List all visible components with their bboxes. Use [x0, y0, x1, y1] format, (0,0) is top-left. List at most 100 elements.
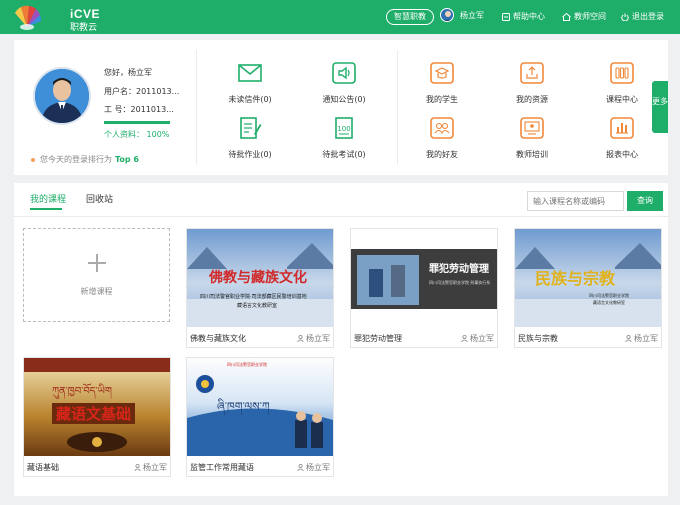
cover-title: 佛教与藏族文化: [209, 270, 307, 286]
course-title: 监管工作常用藏语: [190, 463, 254, 472]
tile-label: 课程中心: [606, 95, 638, 104]
username-text: 用户名：2011013...: [104, 87, 180, 96]
tile-label: 我的好友: [426, 150, 458, 159]
avatar-person-icon: [444, 11, 452, 21]
greeting-text: 您好，杨立军: [104, 68, 152, 77]
course-card[interactable]: 佛教与藏族文化 四川司法警官职业学院·司法部藏区民警培训基地 藏语言文化教研室 …: [186, 228, 334, 348]
course-owner-name: 杨立军: [143, 463, 167, 472]
power-icon: [621, 13, 629, 21]
cover-subtitle: 四川司法警官职业学院·司法部藏区民警培训基地: [200, 294, 307, 300]
wisdom-education-button[interactable]: 智慧职教: [386, 9, 434, 25]
tile-teacher-training[interactable]: 教师培训: [497, 117, 567, 160]
user-icon: [297, 335, 304, 342]
user-icon: [134, 464, 141, 471]
cover-subtitle: 四川司法警官职业学院: [227, 362, 267, 367]
tab-my-courses[interactable]: 我的课程: [30, 192, 66, 205]
cover-subtitle-2: 藏语言文化教研室: [593, 300, 625, 305]
course-owner: 杨立军: [297, 333, 330, 344]
home-icon: [562, 12, 571, 21]
course-owner: 杨立军: [625, 333, 658, 344]
add-course-card[interactable]: 新增课程: [23, 228, 170, 322]
user-menu[interactable]: 杨立军: [440, 8, 484, 22]
tile-report-center[interactable]: 报表中心: [587, 117, 657, 160]
tile-pending-exams[interactable]: 100 待批考试(0): [309, 117, 379, 160]
teacher-space-label: 教师空间: [574, 12, 606, 21]
course-card[interactable]: 民族与宗教 四川司法警官职业学院 藏语言文化教研室 民族与宗教 杨立军: [514, 228, 662, 348]
course-owner: 杨立军: [134, 462, 167, 473]
course-cover: 罪犯劳动管理 四川司法警官职业学院 刑事执行系: [351, 229, 497, 327]
cover-subtitle: 四川司法警官职业学院 刑事执行系: [429, 280, 491, 285]
profile-completeness-fill: [104, 121, 170, 124]
tile-label: 我的资源: [516, 95, 548, 104]
student-icon: [430, 62, 454, 84]
speaker-icon: [332, 62, 356, 84]
divider: [14, 216, 668, 217]
course-title: 罪犯劳动管理: [354, 334, 402, 343]
tile-course-center[interactable]: 课程中心: [587, 62, 657, 105]
homework-icon: [240, 117, 262, 139]
profile-panel: 您好，杨立军 用户名：2011013... 工 号：2011013... 个人资…: [14, 40, 668, 175]
course-title: 民族与宗教: [518, 334, 558, 343]
logout-label: 退出登录: [632, 12, 664, 21]
course-cover: 民族与宗教 四川司法警官职业学院 藏语言文化教研室: [515, 229, 661, 327]
course-center-icon: [610, 62, 634, 84]
cover-title: 藏语文基础: [52, 403, 136, 424]
logo-text-en: iCVE: [70, 7, 101, 21]
tile-my-students[interactable]: 我的学生: [407, 62, 477, 105]
tile-label: 我的学生: [426, 95, 458, 104]
exam-icon: 100: [335, 117, 353, 139]
tile-label: 未读信件(0): [228, 95, 272, 104]
login-rank: 您今天的登录排行为 Top 6: [31, 154, 139, 165]
course-owner: 杨立军: [297, 462, 330, 473]
course-card[interactable]: ཀུན་ཁྱབ་བོད་ཡིག 藏语文基础 藏语基础 杨立军: [23, 357, 171, 477]
search-button[interactable]: 查询: [627, 191, 663, 211]
more-side-tab[interactable]: 更多: [652, 81, 668, 133]
course-cover: 佛教与藏族文化 四川司法警官职业学院·司法部藏区民警培训基地 藏语言文化教研室: [187, 229, 333, 327]
course-search-input[interactable]: [527, 191, 624, 211]
friends-icon: [430, 117, 454, 139]
course-owner-name: 杨立军: [306, 463, 330, 472]
teacher-space-link[interactable]: 教师空间: [562, 11, 606, 22]
tile-pending-homework[interactable]: 待批作业(0): [215, 117, 285, 160]
tile-label: 教师培训: [516, 150, 548, 159]
user-avatar[interactable]: [33, 67, 91, 125]
course-card[interactable]: 罪犯劳动管理 四川司法警官职业学院 刑事执行系 罪犯劳动管理 杨立军: [350, 228, 498, 348]
help-icon: [502, 12, 510, 21]
resource-icon: [520, 62, 544, 84]
site-logo[interactable]: iCVE 职教云: [12, 3, 102, 33]
course-owner-name: 杨立军: [634, 334, 658, 343]
courses-panel: 我的课程 回收站 查询 新增课程 佛教与藏族文化 四川司法警官职业学院·司法部藏…: [14, 183, 668, 496]
training-icon: [520, 117, 544, 139]
tab-recycle-bin[interactable]: 回收站: [86, 192, 113, 205]
add-course-label: 新增课程: [80, 287, 113, 296]
cover-subtitle-2: 藏语言文化教研室: [237, 303, 278, 309]
top-navigation-bar: iCVE 职教云 智慧职教 杨立军 帮助中心 教师空间 退出登录: [0, 0, 680, 34]
course-cover: 四川司法警官职业学院 ཞི་ཁག་ལས་ཀ: [187, 358, 333, 456]
course-title: 佛教与藏族文化: [190, 334, 246, 343]
course-owner: 杨立军: [461, 333, 494, 344]
logo-fan-icon: [15, 5, 42, 30]
divider: [397, 50, 398, 165]
tile-label: 待批考试(0): [322, 150, 366, 159]
help-center-link[interactable]: 帮助中心: [502, 11, 545, 22]
rank-prefix: 您今天的登录排行为: [40, 155, 112, 164]
prison-labor-illustration: [351, 229, 497, 327]
tile-my-resources[interactable]: 我的资源: [497, 62, 567, 105]
course-owner-name: 杨立军: [306, 334, 330, 343]
logout-link[interactable]: 退出登录: [621, 11, 664, 22]
tile-label: 待批作业(0): [228, 150, 272, 159]
tile-notices[interactable]: 通知公告(0): [309, 62, 379, 105]
course-owner-name: 杨立军: [470, 334, 494, 343]
cover-title: 民族与宗教: [535, 269, 616, 288]
staff-number-text: 工 号：2011013...: [104, 105, 174, 114]
cover-title: 罪犯劳动管理: [429, 264, 489, 275]
user-icon: [461, 335, 468, 342]
user-avatar-small: [440, 8, 454, 22]
cover-subtitle: 四川司法警官职业学院: [589, 293, 629, 298]
tile-my-friends[interactable]: 我的好友: [407, 117, 477, 160]
course-card[interactable]: 四川司法警官职业学院 ཞི་ཁག་ལས་ཀ 监管工作常用藏语 杨立军: [186, 357, 334, 477]
mail-icon: [238, 64, 262, 82]
tile-unread-mail[interactable]: 未读信件(0): [215, 62, 285, 105]
help-center-label: 帮助中心: [513, 12, 545, 21]
divider: [196, 50, 197, 165]
